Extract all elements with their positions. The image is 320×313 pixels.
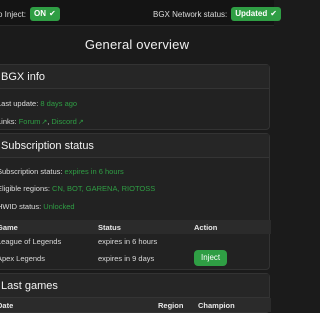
last-games-card: Last games Date Region Champion (0, 273, 271, 313)
game-cell: League of Legends (0, 236, 62, 246)
eligible-regions-value: CN, BOT, GARENA, RIOTOSS (52, 184, 156, 193)
column-header-action: Action (194, 220, 271, 234)
table-row: Apex Legends expires in 9 days Inject (0, 248, 271, 268)
check-icon: ✔ (270, 9, 277, 18)
column-header-champion: Champion (198, 298, 271, 312)
status-cell: expires in 9 days (98, 253, 155, 263)
game-cell: Apex Legends (0, 253, 45, 263)
network-status: BGX Network status: Updated ✔ (153, 7, 281, 21)
inject-status-badge[interactable]: ON ✔ (30, 7, 60, 21)
page-title: General overview (84, 37, 190, 52)
forum-link[interactable]: Forum (19, 117, 41, 126)
status-cell: expires in 6 hours (98, 236, 158, 246)
eligible-regions-row: Eligible regions: CN, BOT, GARENA, RIOTO… (0, 184, 155, 193)
action-cell (194, 234, 271, 248)
last-games-table-header: Date Region Champion (0, 298, 271, 312)
subscription-status-label: Subscription status: (0, 167, 63, 176)
network-status-text: Updated (235, 9, 268, 18)
eligible-regions-label: Eligible regions: (0, 184, 50, 193)
last-update-row: Last update: 8 days ago (0, 99, 77, 108)
column-header-game: Game (0, 220, 98, 234)
discord-link[interactable]: Discord (51, 117, 76, 126)
games-table-header: Game Status Action (0, 220, 271, 234)
column-header-date: Date (0, 298, 158, 312)
network-label: BGX Network status: (153, 9, 228, 19)
column-header-status: Status (98, 220, 194, 234)
links-row: Links: Forum↗, Discord↗ (0, 117, 84, 126)
table-row: League of Legends expires in 6 hours (0, 234, 271, 248)
action-cell: Inject (194, 248, 271, 268)
links-label: Links: (0, 117, 17, 126)
hwid-status-value: Unlocked (43, 202, 75, 211)
inject-status-text: ON (34, 9, 47, 18)
subscription-title: Subscription status (0, 134, 269, 158)
last-games-title: Last games (0, 274, 269, 298)
external-link-icon: ↗ (41, 119, 48, 126)
last-update-label: Last update: (0, 99, 39, 108)
external-link-icon: ↗ (77, 119, 84, 126)
hwid-status-label: HWID status: (0, 202, 42, 211)
bgx-info-card: BGX info Last update: 8 days ago Links: … (0, 64, 270, 130)
inject-status: o Inject: ON ✔ (0, 7, 60, 21)
subscription-status-row: Subscription status: expires in 6 hours (0, 167, 124, 176)
games-table: Game Status Action League of Legends exp… (0, 220, 271, 268)
check-icon: ✔ (49, 9, 56, 18)
last-update-value: 8 days ago (40, 99, 78, 108)
subscription-status-value: expires in 6 hours (64, 167, 124, 176)
top-status-bar: o Inject: ON ✔ BGX Network status: Updat… (0, 0, 281, 26)
inject-label: o Inject: (0, 9, 27, 19)
last-games-table: Date Region Champion (0, 298, 271, 312)
subscription-card: Subscription status Subscription status:… (0, 133, 271, 270)
hwid-status-row: HWID status: Unlocked (0, 202, 75, 211)
network-status-badge: Updated ✔ (231, 7, 281, 21)
column-header-region: Region (158, 298, 198, 312)
bgx-info-title: BGX info (0, 65, 269, 89)
inject-button[interactable]: Inject (194, 250, 228, 266)
